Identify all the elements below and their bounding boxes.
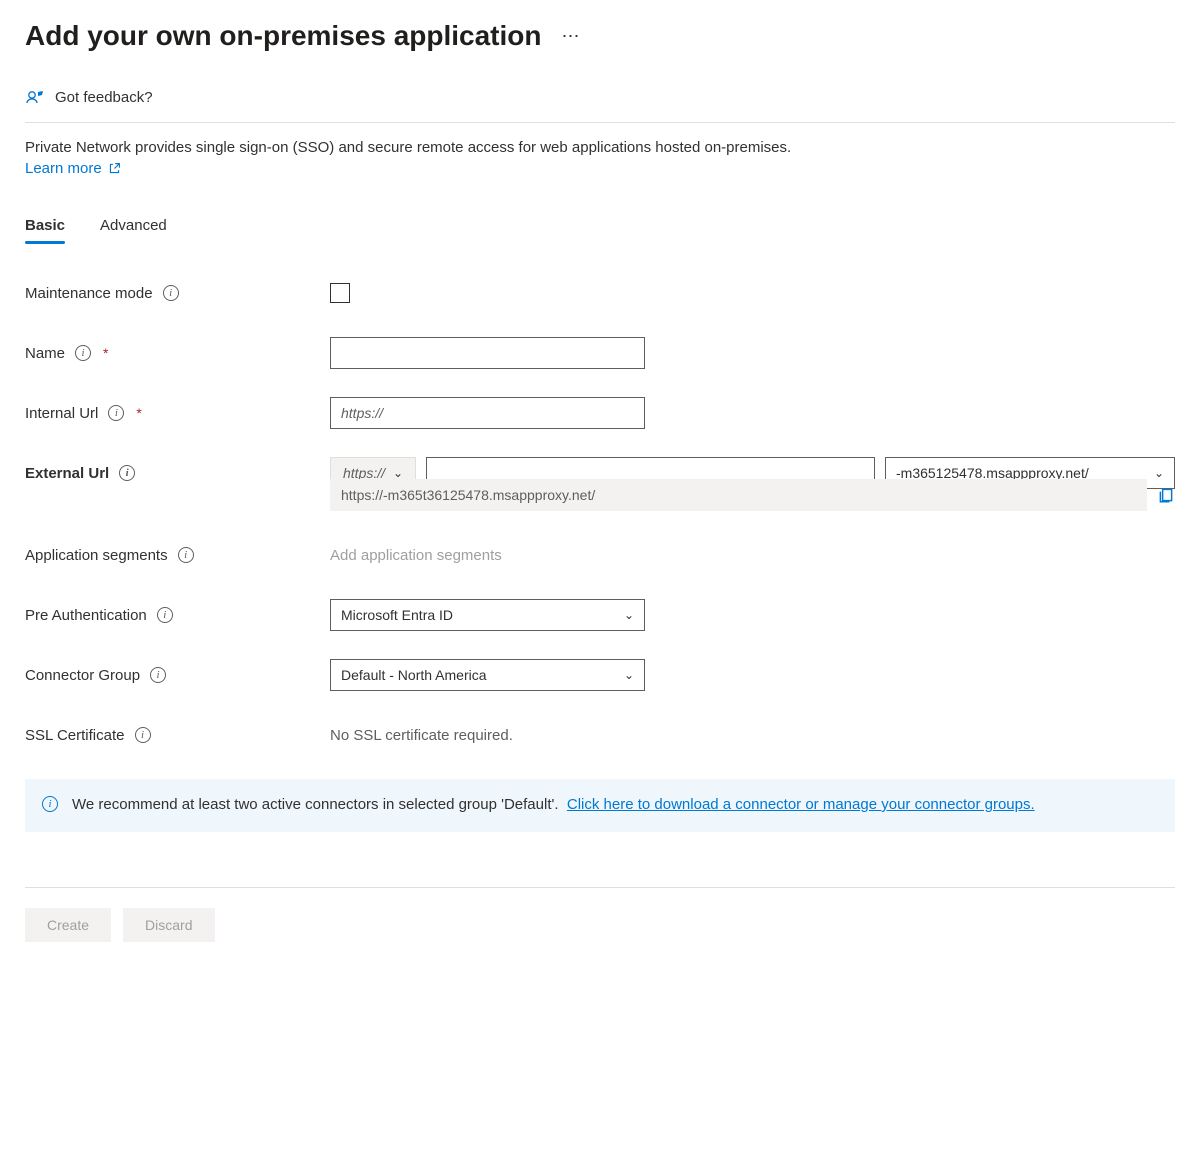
ssl-certificate-label: SSL Certificate [25,727,125,744]
external-url-label: External Url [25,465,109,482]
internal-url-input[interactable] [330,397,645,429]
chevron-down-icon: ⌄ [393,466,403,480]
pre-authentication-select[interactable]: Microsoft Entra ID ⌄ [330,599,645,631]
external-url-readout: https://-m365t36125478.msappproxy.net/ [330,479,1147,511]
tab-basic[interactable]: Basic [25,217,65,242]
add-application-segments-link[interactable]: Add application segments [330,547,502,564]
info-banner: i We recommend at least two active conne… [25,779,1175,832]
info-icon[interactable]: i [163,285,179,301]
chevron-down-icon: ⌄ [1154,466,1164,480]
copy-icon[interactable] [1157,486,1175,504]
more-icon[interactable]: ⋯ [562,26,581,47]
learn-more-link[interactable]: Learn more [25,160,121,177]
description-text: Private Network provides single sign-on … [25,137,1175,158]
connector-group-label: Connector Group [25,667,140,684]
required-marker: * [103,345,108,361]
discard-button[interactable]: Discard [123,908,214,942]
name-input[interactable] [330,337,645,369]
name-label: Name [25,345,65,362]
info-icon[interactable]: i [135,727,151,743]
info-icon[interactable]: i [150,667,166,683]
maintenance-mode-label: Maintenance mode [25,285,153,302]
chevron-down-icon: ⌄ [624,608,634,622]
info-banner-text: We recommend at least two active connect… [72,796,559,813]
create-button[interactable]: Create [25,908,111,942]
chevron-down-icon: ⌄ [624,668,634,682]
internal-url-label: Internal Url [25,405,98,422]
external-link-icon [108,162,121,175]
info-icon[interactable]: i [119,465,135,481]
connector-group-select[interactable]: Default - North America ⌄ [330,659,645,691]
info-icon[interactable]: i [75,345,91,361]
feedback-link[interactable]: Got feedback? [55,89,153,106]
tab-advanced[interactable]: Advanced [100,217,167,242]
maintenance-mode-checkbox[interactable] [330,283,350,303]
feedback-icon[interactable] [25,87,45,107]
info-icon[interactable]: i [178,547,194,563]
ssl-certificate-text: No SSL certificate required. [330,727,513,744]
info-icon[interactable]: i [108,405,124,421]
pre-authentication-label: Pre Authentication [25,607,147,624]
info-icon: i [42,796,58,812]
application-segments-label: Application segments [25,547,168,564]
page-title: Add your own on-premises application [25,20,542,52]
info-icon[interactable]: i [157,607,173,623]
download-connector-link[interactable]: Click here to download a connector or ma… [567,796,1035,813]
required-marker: * [136,405,141,421]
